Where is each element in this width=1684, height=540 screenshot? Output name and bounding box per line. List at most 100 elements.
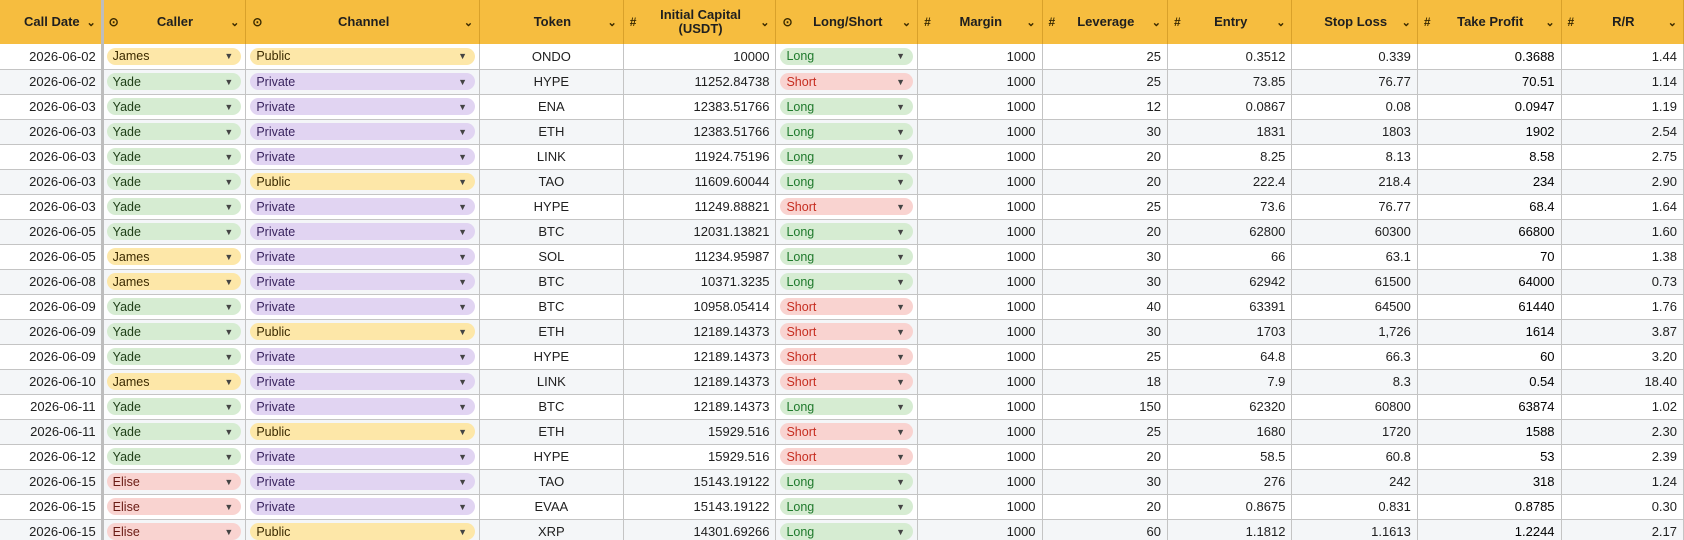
channel-chip[interactable]: Private ▼ <box>250 373 476 390</box>
dropdown-arrow-icon[interactable]: ▼ <box>458 402 467 412</box>
dropdown-arrow-icon[interactable]: ▼ <box>224 527 233 537</box>
side-chip[interactable]: Short ▼ <box>780 423 914 440</box>
token-cell[interactable]: TAO <box>479 469 624 495</box>
dropdown-arrow-icon[interactable]: ▼ <box>458 452 467 462</box>
dropdown-arrow-icon[interactable]: ▼ <box>224 502 233 512</box>
entry-cell[interactable]: 66 <box>1167 244 1293 270</box>
dropdown-arrow-icon[interactable]: ▼ <box>224 227 233 237</box>
channel-chip[interactable]: Public ▼ <box>250 173 476 190</box>
channel-cell[interactable]: Private ▼ <box>245 469 481 495</box>
dropdown-arrow-icon[interactable]: ▼ <box>896 77 905 87</box>
leverage-cell[interactable]: 30 <box>1042 244 1168 270</box>
token-cell[interactable]: TAO <box>479 169 624 195</box>
side-cell[interactable]: Short ▼ <box>775 419 919 445</box>
side-chip[interactable]: Short ▼ <box>780 323 914 340</box>
channel-chip[interactable]: Private ▼ <box>250 298 476 315</box>
caller-cell[interactable]: Yade ▼ <box>102 119 247 145</box>
take-profit-cell[interactable]: 68.4 <box>1417 194 1562 220</box>
dropdown-arrow-icon[interactable]: ▼ <box>224 402 233 412</box>
dropdown-arrow-icon[interactable]: ▼ <box>896 527 905 537</box>
caller-cell[interactable]: Elise ▼ <box>102 494 247 520</box>
chevron-down-icon[interactable]: ⌄ <box>1147 16 1161 29</box>
column-header[interactable]: # Leverage ⌄ <box>1042 0 1168 44</box>
margin-cell[interactable]: 1000 <box>917 344 1043 370</box>
side-chip[interactable]: Short ▼ <box>780 298 914 315</box>
chevron-down-icon[interactable]: ⌄ <box>1271 16 1285 29</box>
entry-cell[interactable]: 1703 <box>1167 319 1293 345</box>
leverage-cell[interactable]: 18 <box>1042 369 1168 395</box>
leverage-cell[interactable]: 25 <box>1042 344 1168 370</box>
entry-cell[interactable]: 73.6 <box>1167 194 1293 220</box>
token-cell[interactable]: ETH <box>479 419 624 445</box>
caller-chip[interactable]: James ▼ <box>106 373 242 390</box>
leverage-cell[interactable]: 20 <box>1042 169 1168 195</box>
caller-chip[interactable]: Elise ▼ <box>106 498 242 515</box>
risk-reward-cell[interactable]: 2.54 <box>1561 119 1684 145</box>
margin-cell[interactable]: 1000 <box>917 194 1043 220</box>
leverage-cell[interactable]: 30 <box>1042 119 1168 145</box>
stop-loss-cell[interactable]: 61500 <box>1291 269 1418 295</box>
call-date-cell[interactable]: 2026-06-09 <box>0 294 103 320</box>
caller-cell[interactable]: James ▼ <box>102 269 247 295</box>
entry-cell[interactable]: 62800 <box>1167 219 1293 245</box>
dropdown-arrow-icon[interactable]: ▼ <box>896 302 905 312</box>
dropdown-arrow-icon[interactable]: ▼ <box>896 102 905 112</box>
margin-cell[interactable]: 1000 <box>917 69 1043 95</box>
channel-chip[interactable]: Private ▼ <box>250 448 476 465</box>
channel-cell[interactable]: Private ▼ <box>245 444 481 470</box>
stop-loss-cell[interactable]: 1803 <box>1291 119 1418 145</box>
side-chip[interactable]: Short ▼ <box>780 73 914 90</box>
call-date-cell[interactable]: 2026-06-15 <box>0 519 103 540</box>
caller-chip[interactable]: Yade ▼ <box>106 448 242 465</box>
take-profit-cell[interactable]: 64000 <box>1417 269 1562 295</box>
entry-cell[interactable]: 276 <box>1167 469 1293 495</box>
caller-cell[interactable]: Yade ▼ <box>102 219 247 245</box>
risk-reward-cell[interactable]: 1.14 <box>1561 69 1684 95</box>
risk-reward-cell[interactable]: 3.20 <box>1561 344 1684 370</box>
leverage-cell[interactable]: 20 <box>1042 494 1168 520</box>
caller-cell[interactable]: James ▼ <box>102 244 247 270</box>
token-cell[interactable]: BTC <box>479 269 624 295</box>
token-cell[interactable]: ONDO <box>479 44 624 70</box>
stop-loss-cell[interactable]: 60.8 <box>1291 444 1418 470</box>
side-cell[interactable]: Long ▼ <box>775 519 919 540</box>
entry-cell[interactable]: 1.1812 <box>1167 519 1293 540</box>
initial-capital-cell[interactable]: 15929.516 <box>623 419 777 445</box>
channel-chip[interactable]: Private ▼ <box>250 73 476 90</box>
stop-loss-cell[interactable]: 242 <box>1291 469 1418 495</box>
entry-cell[interactable]: 64.8 <box>1167 344 1293 370</box>
caller-chip[interactable]: Yade ▼ <box>106 148 242 165</box>
side-cell[interactable]: Long ▼ <box>775 169 919 195</box>
stop-loss-cell[interactable]: 1720 <box>1291 419 1418 445</box>
risk-reward-cell[interactable]: 2.17 <box>1561 519 1684 540</box>
stop-loss-cell[interactable]: 218.4 <box>1291 169 1418 195</box>
initial-capital-cell[interactable]: 11234.95987 <box>623 244 777 270</box>
dropdown-arrow-icon[interactable]: ▼ <box>896 51 905 61</box>
side-cell[interactable]: Short ▼ <box>775 69 919 95</box>
call-date-cell[interactable]: 2026-06-03 <box>0 169 103 195</box>
risk-reward-cell[interactable]: 1.64 <box>1561 194 1684 220</box>
margin-cell[interactable]: 1000 <box>917 94 1043 120</box>
dropdown-arrow-icon[interactable]: ▼ <box>224 452 233 462</box>
entry-cell[interactable]: 222.4 <box>1167 169 1293 195</box>
channel-cell[interactable]: Private ▼ <box>245 244 481 270</box>
margin-cell[interactable]: 1000 <box>917 269 1043 295</box>
initial-capital-cell[interactable]: 12031.13821 <box>623 219 777 245</box>
channel-chip[interactable]: Private ▼ <box>250 223 476 240</box>
margin-cell[interactable]: 1000 <box>917 494 1043 520</box>
side-cell[interactable]: Long ▼ <box>775 44 919 70</box>
side-cell[interactable]: Short ▼ <box>775 344 919 370</box>
side-chip[interactable]: Short ▼ <box>780 198 914 215</box>
side-chip[interactable]: Long ▼ <box>780 173 914 190</box>
call-date-cell[interactable]: 2026-06-11 <box>0 394 103 420</box>
margin-cell[interactable]: 1000 <box>917 44 1043 70</box>
side-cell[interactable]: Long ▼ <box>775 144 919 170</box>
dropdown-arrow-icon[interactable]: ▼ <box>458 177 467 187</box>
caller-chip[interactable]: Yade ▼ <box>106 398 242 415</box>
side-chip[interactable]: Long ▼ <box>780 248 914 265</box>
risk-reward-cell[interactable]: 18.40 <box>1561 369 1684 395</box>
chevron-down-icon[interactable]: ⌄ <box>1397 16 1411 29</box>
caller-cell[interactable]: Yade ▼ <box>102 194 247 220</box>
dropdown-arrow-icon[interactable]: ▼ <box>224 427 233 437</box>
take-profit-cell[interactable]: 63874 <box>1417 394 1562 420</box>
